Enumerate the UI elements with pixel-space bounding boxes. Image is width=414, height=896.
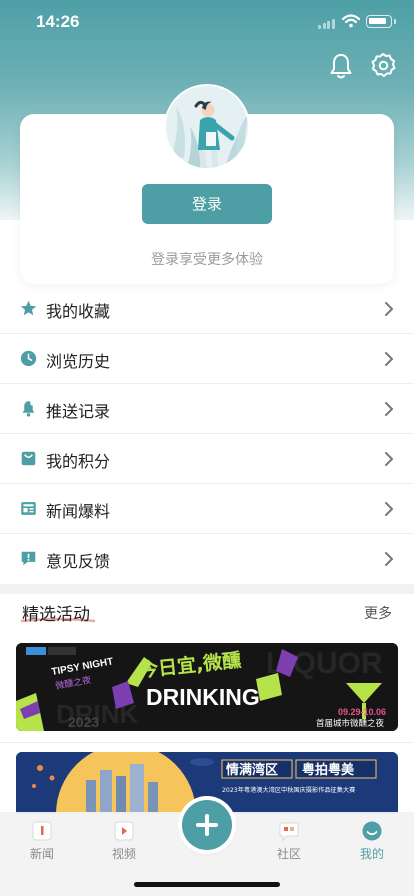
community-tab-icon: [279, 822, 299, 842]
profile-tab-icon: [362, 821, 382, 841]
menu-item-label: 我的收藏: [46, 302, 111, 321]
tab-label: 新闻: [29, 847, 54, 861]
status-time: 14:26: [36, 12, 80, 31]
avatar-illustration: [166, 86, 248, 168]
menu-item-label: 意见反馈: [46, 552, 111, 571]
battery-icon: [366, 15, 396, 28]
chevron-right-icon: [385, 302, 393, 316]
video-tab-icon: [114, 821, 134, 841]
cellular-signal-icon: [318, 19, 335, 29]
feedback-icon: [21, 551, 36, 566]
chevron-right-icon: [385, 402, 393, 416]
banner-slogan-right: 粤拍粤美: [302, 762, 355, 778]
tab-news[interactable]: 新闻: [12, 820, 72, 862]
gear-icon[interactable]: [370, 52, 396, 80]
tab-label: 社区: [276, 847, 301, 861]
section-title: 精选活动: [22, 605, 90, 625]
banner-year: 2023: [68, 714, 99, 730]
menu-item-favorites[interactable]: 我的收藏: [0, 284, 414, 334]
chevron-right-icon: [385, 502, 393, 516]
menu-item-points[interactable]: 我的积分: [0, 434, 414, 484]
banner-slogan-left: 情满湾区: [226, 762, 278, 778]
status-bar: 14:26: [0, 0, 414, 44]
menu-item-push-records[interactable]: 推送记录: [0, 384, 414, 434]
clock-icon: [20, 350, 37, 367]
menu-item-feedback[interactable]: 意见反馈: [0, 534, 414, 584]
chevron-right-icon: [385, 352, 393, 366]
tab-label: 我的: [359, 847, 384, 861]
bell-icon: [22, 401, 35, 417]
menu-item-label: 推送记录: [46, 402, 111, 421]
avatar[interactable]: [164, 84, 250, 170]
banner-headline-en: DRINKING: [146, 684, 260, 710]
banner-caption: 2023年粤港澳大湾区中秋国庆摄影作品征集大赛: [222, 786, 355, 794]
tab-community[interactable]: 社区: [259, 820, 319, 862]
section-divider: [0, 584, 414, 594]
menu-item-history[interactable]: 浏览历史: [0, 334, 414, 384]
bag-icon: [21, 451, 36, 466]
banner-subtitle: 首届城市微醺之夜: [316, 718, 385, 729]
star-icon: [20, 300, 37, 316]
tab-video[interactable]: 视频: [94, 820, 154, 862]
more-link[interactable]: 更多: [364, 603, 392, 623]
tab-label: 视频: [111, 847, 136, 861]
menu-item-news-tips[interactable]: 新闻爆料: [0, 484, 414, 534]
login-button[interactable]: 登录: [142, 184, 272, 224]
chevron-right-icon: [385, 452, 393, 466]
login-hint: 登录享受更多体验: [151, 252, 263, 268]
menu-item-label: 我的积分: [46, 452, 111, 471]
banner-art: LIQUOR DRINK 今日宜,微醺 DRINKING TIPSY NIGHT…: [16, 643, 398, 731]
banner-separator: [0, 742, 414, 743]
newspaper-icon: [21, 502, 36, 515]
plus-icon: [196, 814, 218, 836]
menu-item-label: 浏览历史: [46, 352, 111, 371]
tab-mine[interactable]: 我的: [342, 820, 402, 862]
profile-menu: 我的收藏 浏览历史 推送记录 我的积分 新闻爆料 意见反馈: [0, 284, 414, 584]
wifi-icon: [342, 14, 360, 28]
menu-item-label: 新闻爆料: [46, 502, 111, 521]
publish-fab[interactable]: [182, 800, 232, 850]
news-tab-icon: [32, 821, 52, 841]
chevron-right-icon: [385, 552, 393, 566]
home-indicator: [134, 882, 280, 887]
activity-banner-drinking[interactable]: LIQUOR DRINK 今日宜,微醺 DRINKING TIPSY NIGHT…: [16, 643, 398, 731]
banner-dates: 09.29-10.06: [338, 707, 386, 717]
bell-icon[interactable]: [328, 52, 354, 80]
